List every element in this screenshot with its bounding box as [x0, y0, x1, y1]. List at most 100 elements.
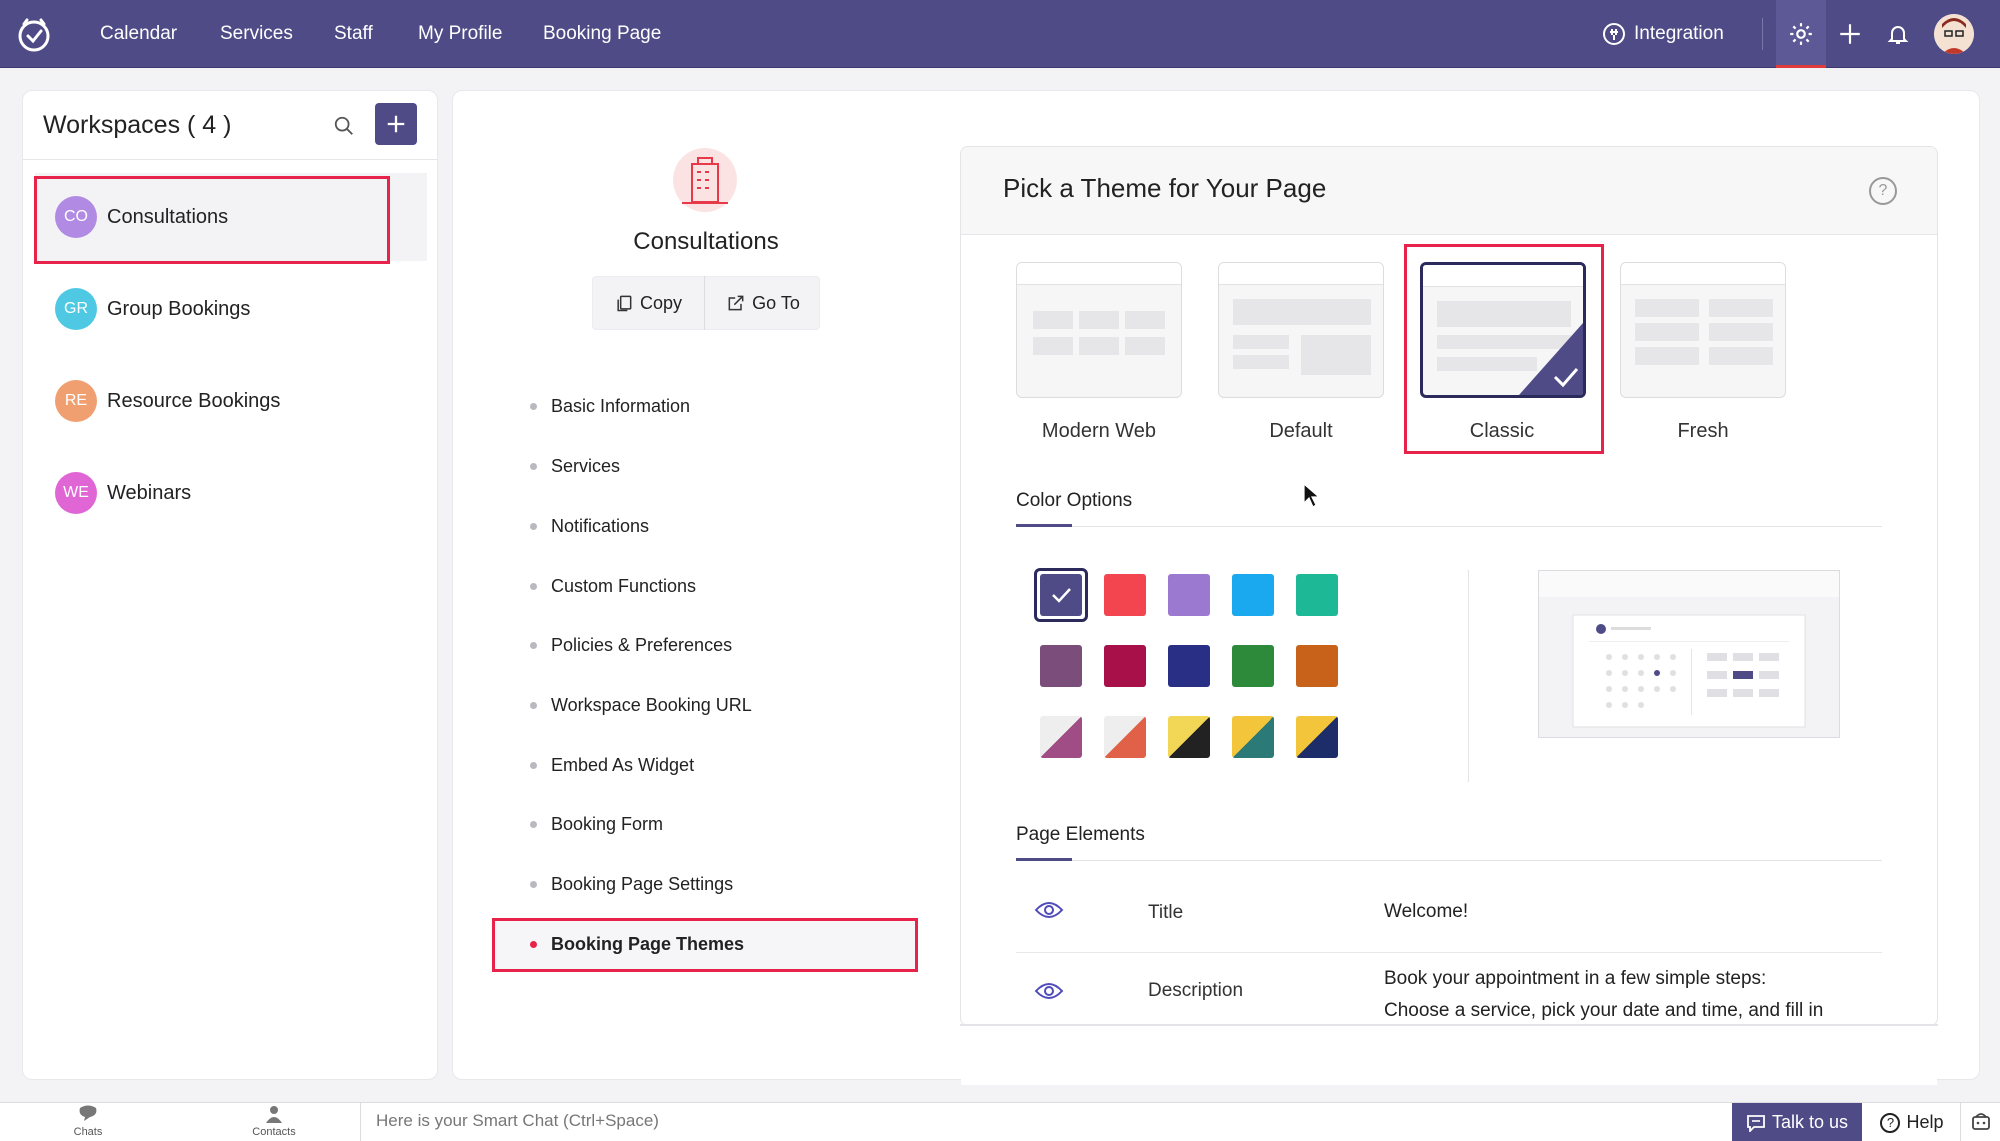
- workspaces-title: Workspaces ( 4 ): [43, 111, 232, 139]
- workspace-item-resource-bookings[interactable]: RE Resource Bookings: [35, 357, 427, 445]
- color-swatch[interactable]: [1168, 645, 1210, 687]
- workspace-avatar: RE: [55, 380, 97, 422]
- theme-name-default[interactable]: Default: [1201, 420, 1401, 443]
- theme-thumb-default[interactable]: [1218, 262, 1384, 398]
- element-name-title: Title: [1148, 902, 1184, 923]
- color-swatch[interactable]: [1040, 645, 1082, 687]
- color-swatch[interactable]: [1104, 716, 1146, 758]
- color-preview-divider: [1468, 570, 1469, 782]
- chats-button[interactable]: Chats: [60, 1105, 116, 1141]
- workspace-avatar: WE: [55, 472, 97, 514]
- button-divider: [704, 276, 705, 330]
- theme-name-fresh[interactable]: Fresh: [1603, 420, 1803, 443]
- menu-embed-as-widget[interactable]: Embed As Widget: [530, 750, 694, 780]
- page-elements-heading: Page Elements: [1016, 824, 1145, 845]
- nav-my-profile[interactable]: My Profile: [418, 0, 502, 68]
- user-avatar[interactable]: [1934, 14, 1974, 54]
- visibility-eye-icon[interactable]: [1034, 981, 1064, 1006]
- panel-divider: [23, 159, 437, 160]
- menu-booking-page-settings[interactable]: Booking Page Settings: [530, 869, 733, 899]
- menu-services[interactable]: Services: [530, 451, 620, 481]
- copy-button[interactable]: Copy: [592, 276, 704, 330]
- page-elements-underline: [1016, 858, 1072, 861]
- workspace-detail-name: Consultations: [633, 228, 779, 255]
- menu-label: Embed As Widget: [551, 754, 695, 775]
- bottom-divider: [1960, 1103, 1961, 1141]
- menu-bullet: [530, 761, 537, 769]
- nav-services[interactable]: Services: [220, 0, 293, 68]
- add-workspace-button[interactable]: [375, 103, 417, 145]
- workspace-label: Webinars: [107, 481, 192, 504]
- color-swatch[interactable]: [1232, 574, 1274, 616]
- workspace-item-webinars[interactable]: WE Webinars: [35, 449, 427, 537]
- copy-icon: [614, 293, 634, 313]
- workspace-label: Resource Bookings: [107, 389, 281, 412]
- menu-label: Workspace Booking URL: [551, 694, 752, 715]
- menu-bullet: [530, 402, 537, 410]
- menu-label: Policies & Preferences: [551, 634, 733, 655]
- visibility-eye-icon[interactable]: [1034, 900, 1064, 925]
- element-row-divider: [1016, 952, 1882, 953]
- color-swatch[interactable]: [1168, 716, 1210, 758]
- menu-bullet: [530, 641, 537, 649]
- element-value-title[interactable]: Welcome!: [1384, 901, 1468, 923]
- color-swatch[interactable]: [1296, 716, 1338, 758]
- theme-thumb-modern-web[interactable]: [1016, 262, 1182, 398]
- nav-staff[interactable]: Staff: [334, 0, 373, 68]
- workspace-item-group-bookings[interactable]: GR Group Bookings: [35, 265, 427, 353]
- help-label: Help: [1906, 1112, 1944, 1132]
- help-button[interactable]: ? Help: [1872, 1103, 1952, 1141]
- search-icon[interactable]: [329, 111, 359, 141]
- element-value-description-line1[interactable]: Book your appointment in a few simple st…: [1384, 968, 1766, 990]
- color-swatch[interactable]: [1296, 574, 1338, 616]
- menu-custom-functions[interactable]: Custom Functions: [530, 571, 696, 601]
- top-navigation-bar: Calendar Services Staff My Profile Booki…: [0, 0, 2000, 68]
- settings-gear-icon[interactable]: [1781, 14, 1821, 54]
- menu-bullet: [530, 880, 537, 888]
- color-options-heading: Color Options: [1016, 490, 1133, 511]
- theme-name-modern-web[interactable]: Modern Web: [999, 420, 1199, 443]
- check-icon: [1052, 588, 1071, 603]
- theme-thumb-fresh[interactable]: [1620, 262, 1786, 398]
- contacts-button[interactable]: Contacts: [242, 1105, 306, 1141]
- integration-button[interactable]: Integration: [1602, 0, 1724, 68]
- theme-card-bottom-mask: [961, 1025, 1937, 1085]
- nav-calendar[interactable]: Calendar: [100, 0, 177, 68]
- color-options-underline: [1016, 524, 1072, 527]
- color-swatch[interactable]: [1232, 645, 1274, 687]
- menu-booking-form[interactable]: Booking Form: [530, 809, 663, 839]
- building-icon: [668, 148, 742, 212]
- chats-label: Chats: [73, 1126, 103, 1138]
- menu-bullet: [530, 582, 537, 590]
- help-circle-icon: ?: [1880, 1112, 1901, 1133]
- menu-label: Basic Information: [551, 395, 691, 416]
- highlight-box: [492, 918, 918, 972]
- color-swatch[interactable]: [1040, 716, 1082, 758]
- talk-to-us-button[interactable]: Talk to us: [1732, 1103, 1862, 1141]
- go-to-label: Go To: [752, 292, 800, 313]
- talk-to-us-label: Talk to us: [1771, 1112, 1849, 1132]
- menu-notifications[interactable]: Notifications: [530, 511, 649, 541]
- menu-bullet: [530, 462, 537, 470]
- help-question-icon[interactable]: ?: [1869, 177, 1897, 205]
- notification-bell-icon[interactable]: [1878, 14, 1918, 54]
- support-agent-icon[interactable]: [1970, 1111, 1992, 1138]
- app-logo-icon[interactable]: [14, 14, 54, 54]
- menu-basic-information[interactable]: Basic Information: [530, 391, 690, 421]
- element-value-description-line2[interactable]: Choose a service, pick your date and tim…: [1384, 1000, 1823, 1022]
- color-swatch[interactable]: [1040, 574, 1082, 616]
- add-plus-icon[interactable]: [1830, 14, 1870, 54]
- color-swatch[interactable]: [1104, 574, 1146, 616]
- menu-workspace-booking-url[interactable]: Workspace Booking URL: [530, 690, 752, 720]
- nav-booking-page[interactable]: Booking Page: [543, 0, 661, 68]
- go-to-button[interactable]: Go To: [706, 276, 820, 330]
- bottom-divider: [360, 1103, 361, 1141]
- theme-card-title: Pick a Theme for Your Page: [1003, 173, 1327, 203]
- color-swatch[interactable]: [1104, 645, 1146, 687]
- menu-policies-preferences[interactable]: Policies & Preferences: [530, 630, 732, 660]
- menu-label: Notifications: [551, 515, 650, 536]
- color-swatch[interactable]: [1232, 716, 1274, 758]
- color-swatch[interactable]: [1168, 574, 1210, 616]
- smart-chat-input[interactable]: Here is your Smart Chat (Ctrl+Space): [376, 1111, 659, 1131]
- color-swatch[interactable]: [1296, 645, 1338, 687]
